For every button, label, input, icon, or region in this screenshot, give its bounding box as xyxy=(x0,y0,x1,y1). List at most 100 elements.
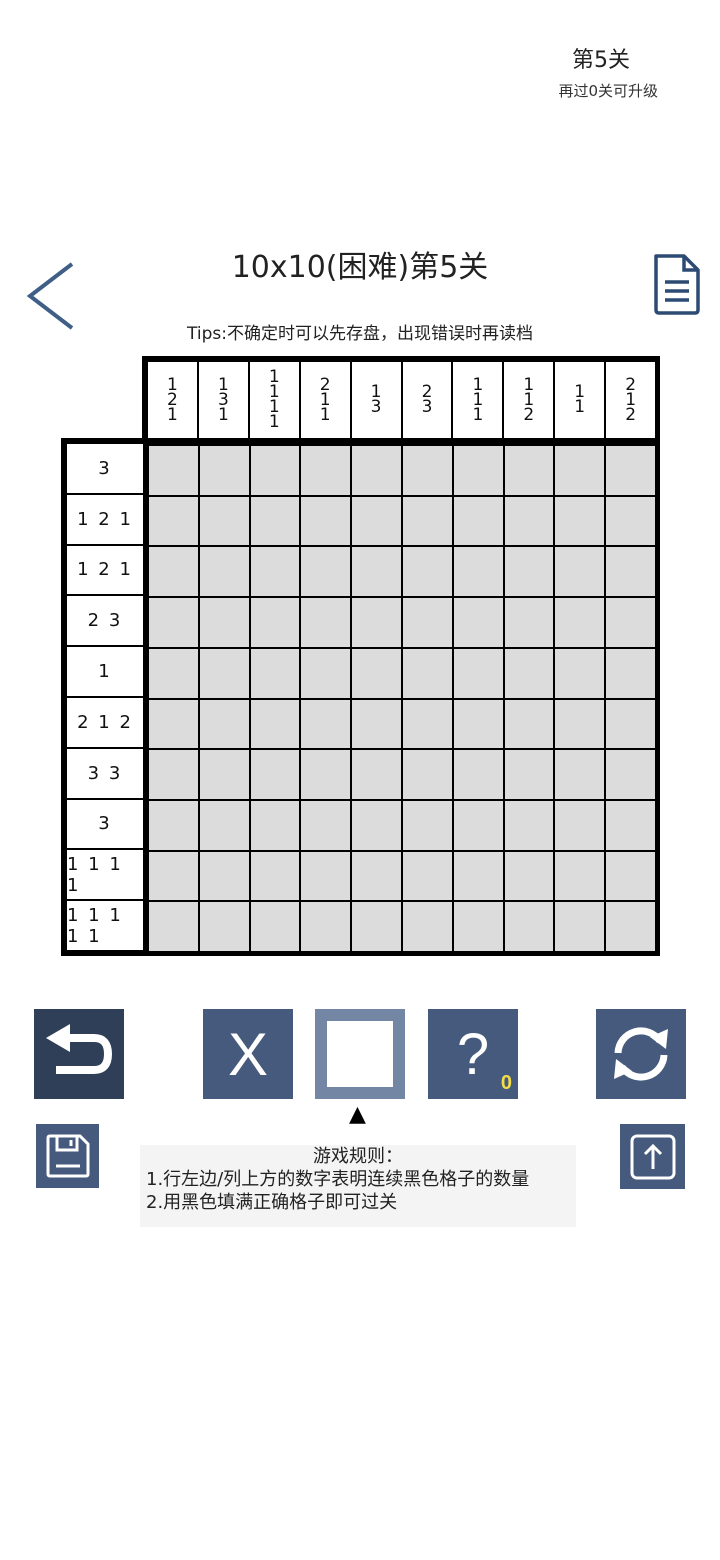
grid-cell[interactable] xyxy=(301,496,351,546)
save-button[interactable] xyxy=(36,1124,99,1188)
grid-cell[interactable] xyxy=(453,800,503,850)
grid-cell[interactable] xyxy=(301,750,351,799)
grid-cell[interactable] xyxy=(199,800,249,850)
grid-cell[interactable] xyxy=(402,750,452,799)
grid-cell[interactable] xyxy=(250,699,300,749)
grid-cell[interactable] xyxy=(402,902,452,951)
grid-cell[interactable] xyxy=(606,800,655,850)
grid-cell[interactable] xyxy=(199,750,249,799)
grid-cell[interactable] xyxy=(250,648,300,698)
grid-cell[interactable] xyxy=(199,699,249,749)
grid-cell[interactable] xyxy=(250,851,300,901)
grid-cell[interactable] xyxy=(504,598,554,647)
grid-cell[interactable] xyxy=(149,598,198,647)
grid-cell[interactable] xyxy=(352,851,401,901)
grid-cell[interactable] xyxy=(606,547,655,597)
grid-cell[interactable] xyxy=(402,547,452,597)
grid-cell[interactable] xyxy=(149,648,198,698)
grid-cell[interactable] xyxy=(555,902,605,951)
grid-cell[interactable] xyxy=(453,598,503,647)
grid-cell[interactable] xyxy=(250,598,300,647)
grid-cell[interactable] xyxy=(149,851,198,901)
grid-cell[interactable] xyxy=(453,699,503,749)
grid-cell[interactable] xyxy=(555,547,605,597)
grid-cell[interactable] xyxy=(149,496,198,546)
grid-cell[interactable] xyxy=(199,902,249,951)
grid-cell[interactable] xyxy=(504,902,554,951)
grid-cell[interactable] xyxy=(402,496,452,546)
grid-cell[interactable] xyxy=(149,902,198,951)
grid-cell[interactable] xyxy=(352,446,401,495)
grid-cell[interactable] xyxy=(352,547,401,597)
grid-cell[interactable] xyxy=(504,648,554,698)
grid-cell[interactable] xyxy=(301,902,351,951)
grid-cell[interactable] xyxy=(301,547,351,597)
cross-mode-button[interactable]: X xyxy=(203,1009,293,1099)
grid-cell[interactable] xyxy=(301,800,351,850)
grid-cell[interactable] xyxy=(453,547,503,597)
grid-cell[interactable] xyxy=(301,598,351,647)
grid-cell[interactable] xyxy=(352,902,401,951)
grid-cell[interactable] xyxy=(301,446,351,495)
grid-cell[interactable] xyxy=(504,800,554,850)
grid-cell[interactable] xyxy=(504,446,554,495)
grid-cell[interactable] xyxy=(352,648,401,698)
grid-cell[interactable] xyxy=(453,750,503,799)
grid-cell[interactable] xyxy=(402,699,452,749)
grid-cell[interactable] xyxy=(555,496,605,546)
grid-cell[interactable] xyxy=(453,446,503,495)
grid-cell[interactable] xyxy=(199,446,249,495)
grid-cell[interactable] xyxy=(555,851,605,901)
grid-cell[interactable] xyxy=(555,800,605,850)
grid-cell[interactable] xyxy=(250,750,300,799)
grid-cell[interactable] xyxy=(453,496,503,546)
grid-cell[interactable] xyxy=(301,699,351,749)
grid-cell[interactable] xyxy=(199,598,249,647)
grid-cell[interactable] xyxy=(402,598,452,647)
grid-cell[interactable] xyxy=(606,648,655,698)
grid-cell[interactable] xyxy=(606,496,655,546)
grid-cell[interactable] xyxy=(606,446,655,495)
grid-cell[interactable] xyxy=(402,446,452,495)
grid-cell[interactable] xyxy=(555,598,605,647)
grid-cell[interactable] xyxy=(352,496,401,546)
undo-button[interactable] xyxy=(34,1009,124,1099)
grid-cell[interactable] xyxy=(606,851,655,901)
grid-cell[interactable] xyxy=(149,800,198,850)
upload-button[interactable] xyxy=(620,1124,685,1189)
grid-cell[interactable] xyxy=(250,547,300,597)
grid-cell[interactable] xyxy=(606,750,655,799)
hint-button[interactable]: ? 0 xyxy=(428,1009,518,1099)
grid-cell[interactable] xyxy=(250,902,300,951)
grid-cell[interactable] xyxy=(555,446,605,495)
grid-cell[interactable] xyxy=(301,648,351,698)
grid-cell[interactable] xyxy=(149,699,198,749)
grid-cell[interactable] xyxy=(504,496,554,546)
grid-cell[interactable] xyxy=(504,699,554,749)
reset-button[interactable] xyxy=(596,1009,686,1099)
grid-cell[interactable] xyxy=(250,446,300,495)
grid-cell[interactable] xyxy=(199,496,249,546)
grid-cell[interactable] xyxy=(402,648,452,698)
grid-cell[interactable] xyxy=(504,547,554,597)
grid-cell[interactable] xyxy=(606,902,655,951)
grid-cell[interactable] xyxy=(402,851,452,901)
grid-cell[interactable] xyxy=(606,699,655,749)
fill-mode-button[interactable] xyxy=(315,1009,405,1099)
document-button[interactable] xyxy=(652,252,702,316)
grid-cell[interactable] xyxy=(453,851,503,901)
grid-cell[interactable] xyxy=(149,547,198,597)
grid-cell[interactable] xyxy=(555,699,605,749)
grid-cell[interactable] xyxy=(504,750,554,799)
grid-cell[interactable] xyxy=(352,598,401,647)
grid-cell[interactable] xyxy=(199,547,249,597)
grid-cell[interactable] xyxy=(199,851,249,901)
grid-cell[interactable] xyxy=(250,800,300,850)
grid-cell[interactable] xyxy=(352,800,401,850)
grid-cell[interactable] xyxy=(504,851,554,901)
grid-cell[interactable] xyxy=(352,699,401,749)
grid-cell[interactable] xyxy=(149,446,198,495)
grid-cell[interactable] xyxy=(149,750,198,799)
grid-cell[interactable] xyxy=(352,750,401,799)
grid-cell[interactable] xyxy=(606,598,655,647)
